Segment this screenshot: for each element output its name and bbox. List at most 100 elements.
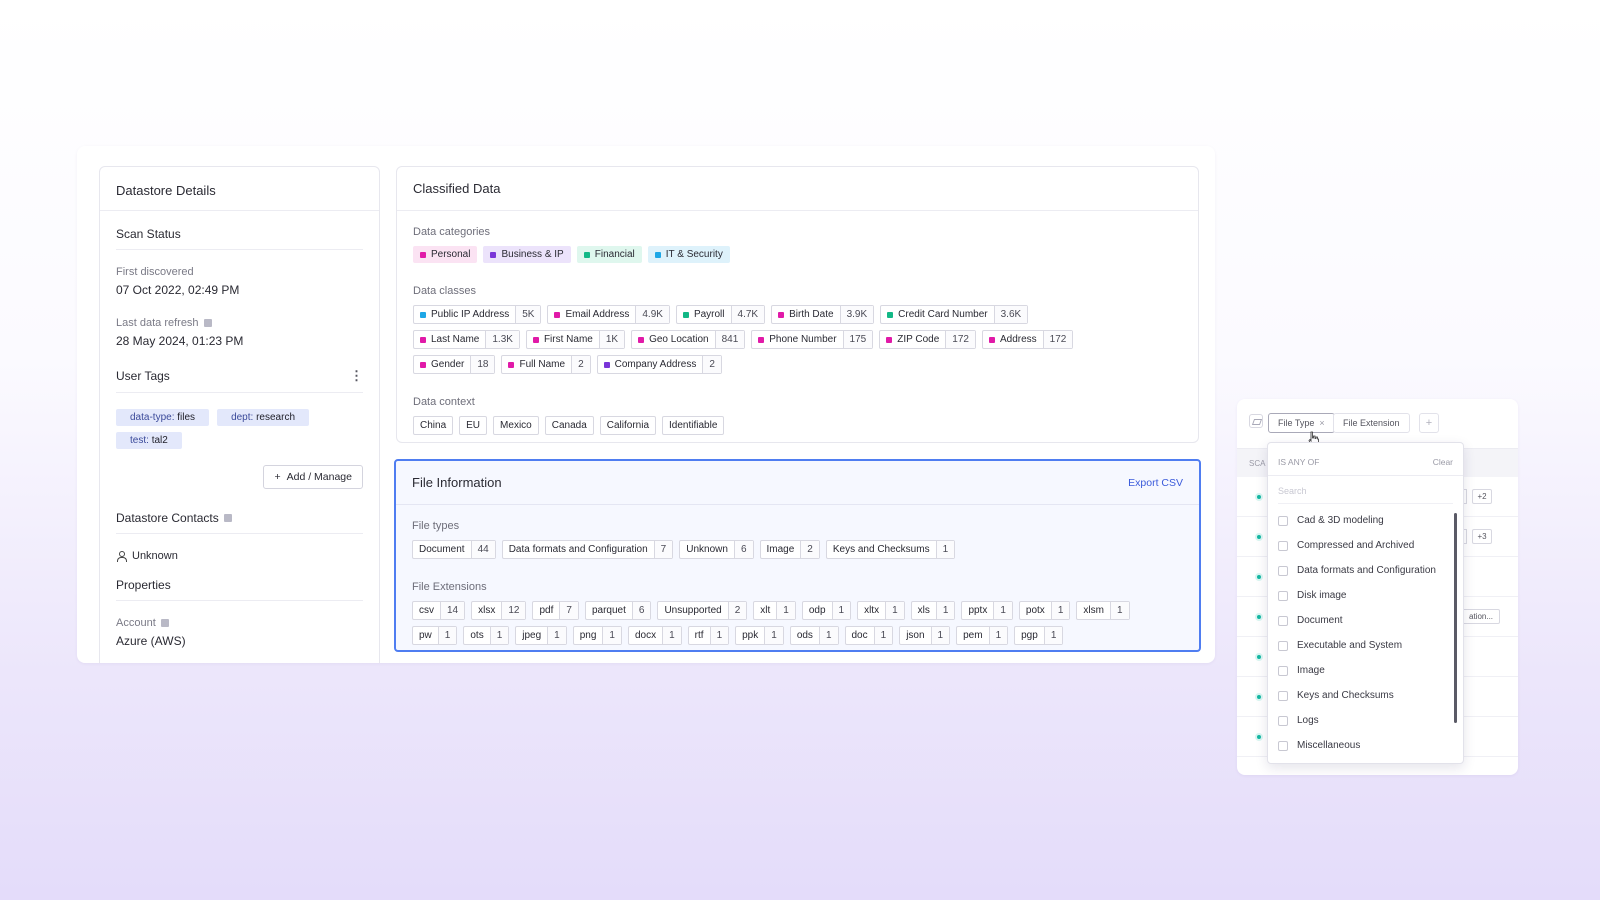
data-class-chip[interactable]: Gender 18 [413,355,496,374]
file-extension-chip[interactable]: Unsupported 2 [657,601,748,620]
data-class-chip[interactable]: Credit Card Number 3.6K [880,305,1029,324]
data-class-chip[interactable]: Last Name 1.3K [413,330,520,349]
file-extension-chip[interactable]: odp 1 [801,601,852,620]
checkbox[interactable] [1278,715,1288,726]
file-extension-chip[interactable]: pgp 1 [1014,626,1064,645]
checkbox[interactable] [1278,590,1288,601]
category-chip[interactable]: Personal [413,246,478,263]
file-extension-name: pdf [539,605,554,616]
data-class-chip[interactable]: First Name 1K [525,330,626,349]
file-extension-chip[interactable]: png 1 [572,626,622,645]
checkbox[interactable] [1278,640,1288,651]
file-extension-chip[interactable]: pdf 7 [532,601,579,620]
data-class-chip[interactable]: Full Name 2 [501,355,591,374]
file-extension-chip[interactable]: jpeg 1 [515,626,567,645]
layers-icon[interactable] [1249,414,1263,428]
data-class-chip[interactable]: Public IP Address 5K [413,305,542,324]
file-extension-chip[interactable]: docx 1 [627,626,682,645]
option-item[interactable]: Compressed and Archived [1278,533,1453,558]
export-csv-link[interactable]: Export CSV [1128,477,1183,489]
context-chip[interactable]: Canada [544,416,594,435]
file-extension-chip[interactable]: xls 1 [910,601,956,620]
user-tags-title: User Tags [116,369,170,383]
file-type-chip[interactable]: Unknown 6 [679,540,754,559]
file-extension-chip[interactable]: pptx 1 [961,601,1013,620]
category-chip[interactable]: Financial [576,246,642,263]
file-extension-chip[interactable]: parquet 6 [584,601,652,620]
option-item[interactable]: Image [1278,658,1453,683]
option-item[interactable]: Executable and System [1278,633,1453,658]
checkbox[interactable] [1278,665,1288,676]
context-chip[interactable]: Identifiable [662,416,725,435]
search-input[interactable] [1278,486,1453,496]
checkbox[interactable] [1278,615,1288,626]
data-class-chip[interactable]: Email Address 4.9K [547,305,670,324]
info-icon[interactable] [203,319,212,327]
more-options-icon[interactable]: ⋮ [350,368,363,384]
checkbox[interactable] [1278,565,1288,576]
option-label: Compressed and Archived [1297,540,1415,551]
file-extension-chip[interactable]: doc 1 [844,626,894,645]
search-field[interactable] [1278,486,1453,504]
file-extension-count: 1 [1109,602,1129,619]
data-class-color-dot [420,361,426,368]
filter-chip-file-extension[interactable]: File Extension [1333,413,1410,433]
context-chip[interactable]: Mexico [493,416,539,435]
file-extension-chip[interactable]: csv 14 [412,601,466,620]
option-item[interactable]: Logs [1278,708,1453,733]
file-extension-chip[interactable]: pem 1 [956,626,1009,645]
user-tag[interactable]: data-type: files [116,409,210,426]
checkbox[interactable] [1278,540,1288,551]
checkbox[interactable] [1278,740,1288,751]
data-context-list: China EU Mexico Canada California Identifiabl… [413,416,1182,435]
context-chip[interactable]: EU [459,416,488,435]
data-class-chip[interactable]: Birth Date 3.9K [771,305,875,324]
data-class-chip[interactable]: Phone Number 175 [751,330,874,349]
option-item[interactable]: Data formats and Configuration [1278,558,1453,583]
file-extension-chip[interactable]: xltx 1 [857,601,905,620]
file-type-chip[interactable]: Image 2 [759,540,820,559]
data-class-chip[interactable]: Address 172 [981,330,1074,349]
info-icon[interactable] [160,619,169,627]
add-manage-button[interactable]: + Add / Manage [263,465,363,489]
option-item[interactable]: Miscellaneous [1278,733,1453,758]
scrollbar[interactable] [1454,513,1457,723]
data-class-chip[interactable]: Payroll 4.7K [675,305,766,324]
close-icon[interactable]: × [1319,418,1324,428]
file-extension-chip[interactable]: ppk 1 [735,626,784,645]
file-extension-chip[interactable]: ots 1 [463,626,510,645]
category-chip[interactable]: IT & Security [647,246,730,263]
user-tag[interactable]: test: tal2 [116,432,182,449]
checkbox[interactable] [1278,690,1288,701]
file-extension-chip[interactable]: ods 1 [789,626,839,645]
file-type-chip[interactable]: Document 44 [412,540,496,559]
file-type-chip[interactable]: Keys and Checksums 1 [825,540,956,559]
file-extension-chip[interactable]: rtf 1 [687,626,730,645]
add-filter-button[interactable]: + [1419,413,1439,433]
file-type-chip[interactable]: Data formats and Configuration 7 [501,540,674,559]
data-class-count: 4.9K [635,306,669,323]
filter-chip-file-type[interactable]: File Type × [1268,413,1335,433]
file-extension-chip[interactable]: xlsm 1 [1076,601,1130,620]
clear-button[interactable]: Clear [1433,457,1453,467]
context-chip[interactable]: China [413,416,454,435]
context-chip[interactable]: California [599,416,657,435]
file-extension-chip[interactable]: xlsx 12 [471,601,527,620]
user-tag[interactable]: dept: research [217,409,309,426]
option-item[interactable]: Disk image [1278,583,1453,608]
more-badge[interactable]: +3 [1472,529,1492,544]
file-extension-chip[interactable]: xlt 1 [753,601,796,620]
option-item[interactable]: Document [1278,608,1453,633]
file-extension-chip[interactable]: pw 1 [412,626,458,645]
info-icon[interactable] [223,514,232,522]
category-chip[interactable]: Business & IP [483,246,571,263]
file-extension-chip[interactable]: json 1 [899,626,951,645]
option-item[interactable]: Cad & 3D modeling [1278,508,1453,533]
data-class-chip[interactable]: ZIP Code 172 [879,330,976,349]
option-item[interactable]: Keys and Checksums [1278,683,1453,708]
more-badge[interactable]: +2 [1472,489,1492,504]
checkbox[interactable] [1278,515,1288,526]
data-class-chip[interactable]: Company Address 2 [596,355,722,374]
file-extension-chip[interactable]: potx 1 [1018,601,1071,620]
data-class-chip[interactable]: Geo Location 841 [631,330,746,349]
